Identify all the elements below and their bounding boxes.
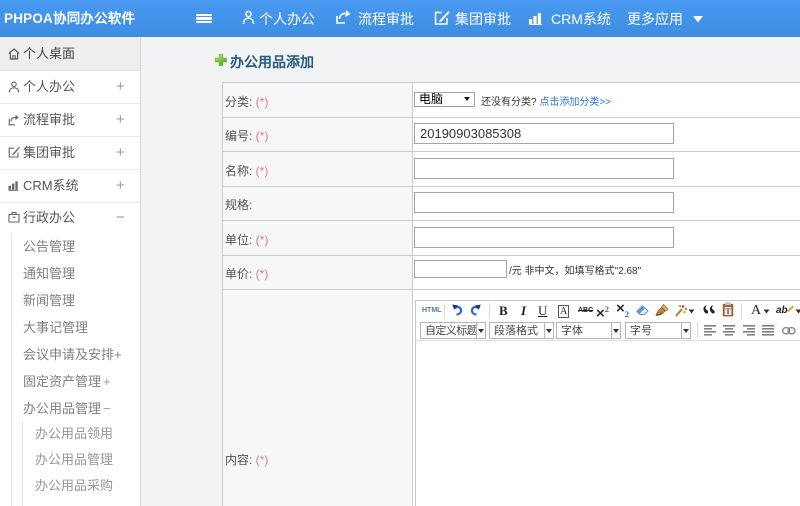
svg-text:T: T	[725, 307, 731, 316]
